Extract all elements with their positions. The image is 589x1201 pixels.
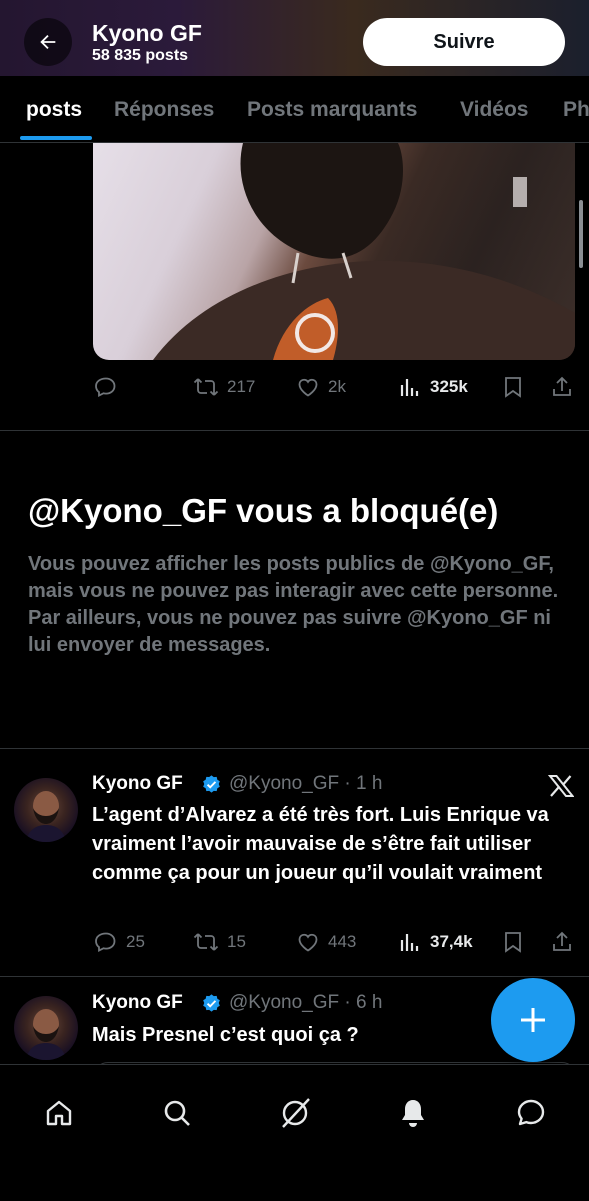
like-count: 2k [328,377,346,396]
tweet-handle-time: @Kyono_GF · 1 h [229,773,383,794]
bookmark-button[interactable] [502,375,524,399]
nav-home[interactable] [41,1095,77,1131]
verified-badge-icon [201,774,222,795]
bookmark-button[interactable] [502,930,524,954]
reply-button[interactable]: 25 [94,930,145,954]
retweet-icon [193,375,219,399]
x-logo-icon [548,774,574,798]
plus-icon [518,1005,548,1035]
like-button[interactable]: 2k [296,375,346,399]
share-icon [550,375,574,399]
compose-button[interactable] [491,978,575,1062]
tweet-text: L’agent d’Alvarez a été très fort. Luis … [92,804,549,884]
divider [0,748,589,749]
nav-notifications[interactable] [395,1095,431,1131]
nav-grok[interactable] [277,1095,313,1131]
profile-header: Kyono GF 58 835 posts Suivre [0,0,589,76]
share-icon [550,930,574,954]
tab-highlights[interactable]: Posts marquants [247,98,417,122]
tweet-handle-time: @Kyono_GF · 6 h [229,992,383,1013]
messages-icon [515,1097,547,1129]
scrollbar[interactable] [579,200,583,268]
follow-button[interactable]: Suivre [363,18,565,66]
retweet-icon [193,930,219,954]
views-count: 37,4k [430,932,473,951]
reply-icon [94,375,118,399]
post-media-image[interactable] [93,143,575,360]
nav-messages[interactable] [513,1095,549,1131]
reply-count: 25 [126,932,145,951]
profile-tabs: posts Réponses Posts marquants Vidéos Ph [0,76,589,143]
tab-posts[interactable]: posts [26,98,82,122]
bottom-navigation [0,1064,589,1201]
heart-icon [296,930,320,954]
active-tab-indicator [20,136,92,140]
share-button[interactable] [550,930,574,954]
avatar[interactable] [14,778,78,842]
verified-badge-icon [201,993,222,1014]
profile-name: Kyono GF [92,20,202,46]
avatar[interactable] [14,996,78,1060]
share-button[interactable] [550,375,574,399]
tab-photos[interactable]: Ph [563,98,589,122]
retweet-count: 217 [227,377,256,396]
bell-icon [397,1097,429,1129]
tab-replies[interactable]: Réponses [114,98,214,122]
blocked-description: Vous pouvez afficher les posts publics d… [28,553,559,656]
search-icon [161,1097,193,1129]
arrow-left-icon [37,31,59,53]
retweet-button[interactable]: 15 [193,930,246,954]
reply-button[interactable] [94,375,118,399]
posts-count: 58 835 posts [92,47,189,64]
nav-search[interactable] [159,1095,195,1131]
retweet-count: 15 [227,932,246,951]
back-button[interactable] [24,18,72,66]
divider [0,430,589,431]
like-button[interactable]: 443 [296,930,356,954]
tweet-author-name[interactable]: Kyono GF [92,773,183,795]
views-button[interactable]: 37,4k [398,930,473,954]
blocked-title: @Kyono_GF vous a bloqué(e) [28,492,499,529]
tab-videos[interactable]: Vidéos [460,98,528,122]
views-count: 325k [430,377,468,396]
reply-icon [94,930,118,954]
divider [0,976,589,977]
grok-icon [278,1096,312,1130]
like-count: 443 [328,932,357,951]
views-icon [398,375,422,399]
retweet-button[interactable]: 217 [193,375,255,399]
bookmark-icon [502,930,524,954]
views-icon [398,930,422,954]
bookmark-icon [502,375,524,399]
views-button[interactable]: 325k [398,375,468,399]
tweet-author-name[interactable]: Kyono GF [92,992,183,1014]
heart-icon [296,375,320,399]
home-icon [43,1097,75,1129]
